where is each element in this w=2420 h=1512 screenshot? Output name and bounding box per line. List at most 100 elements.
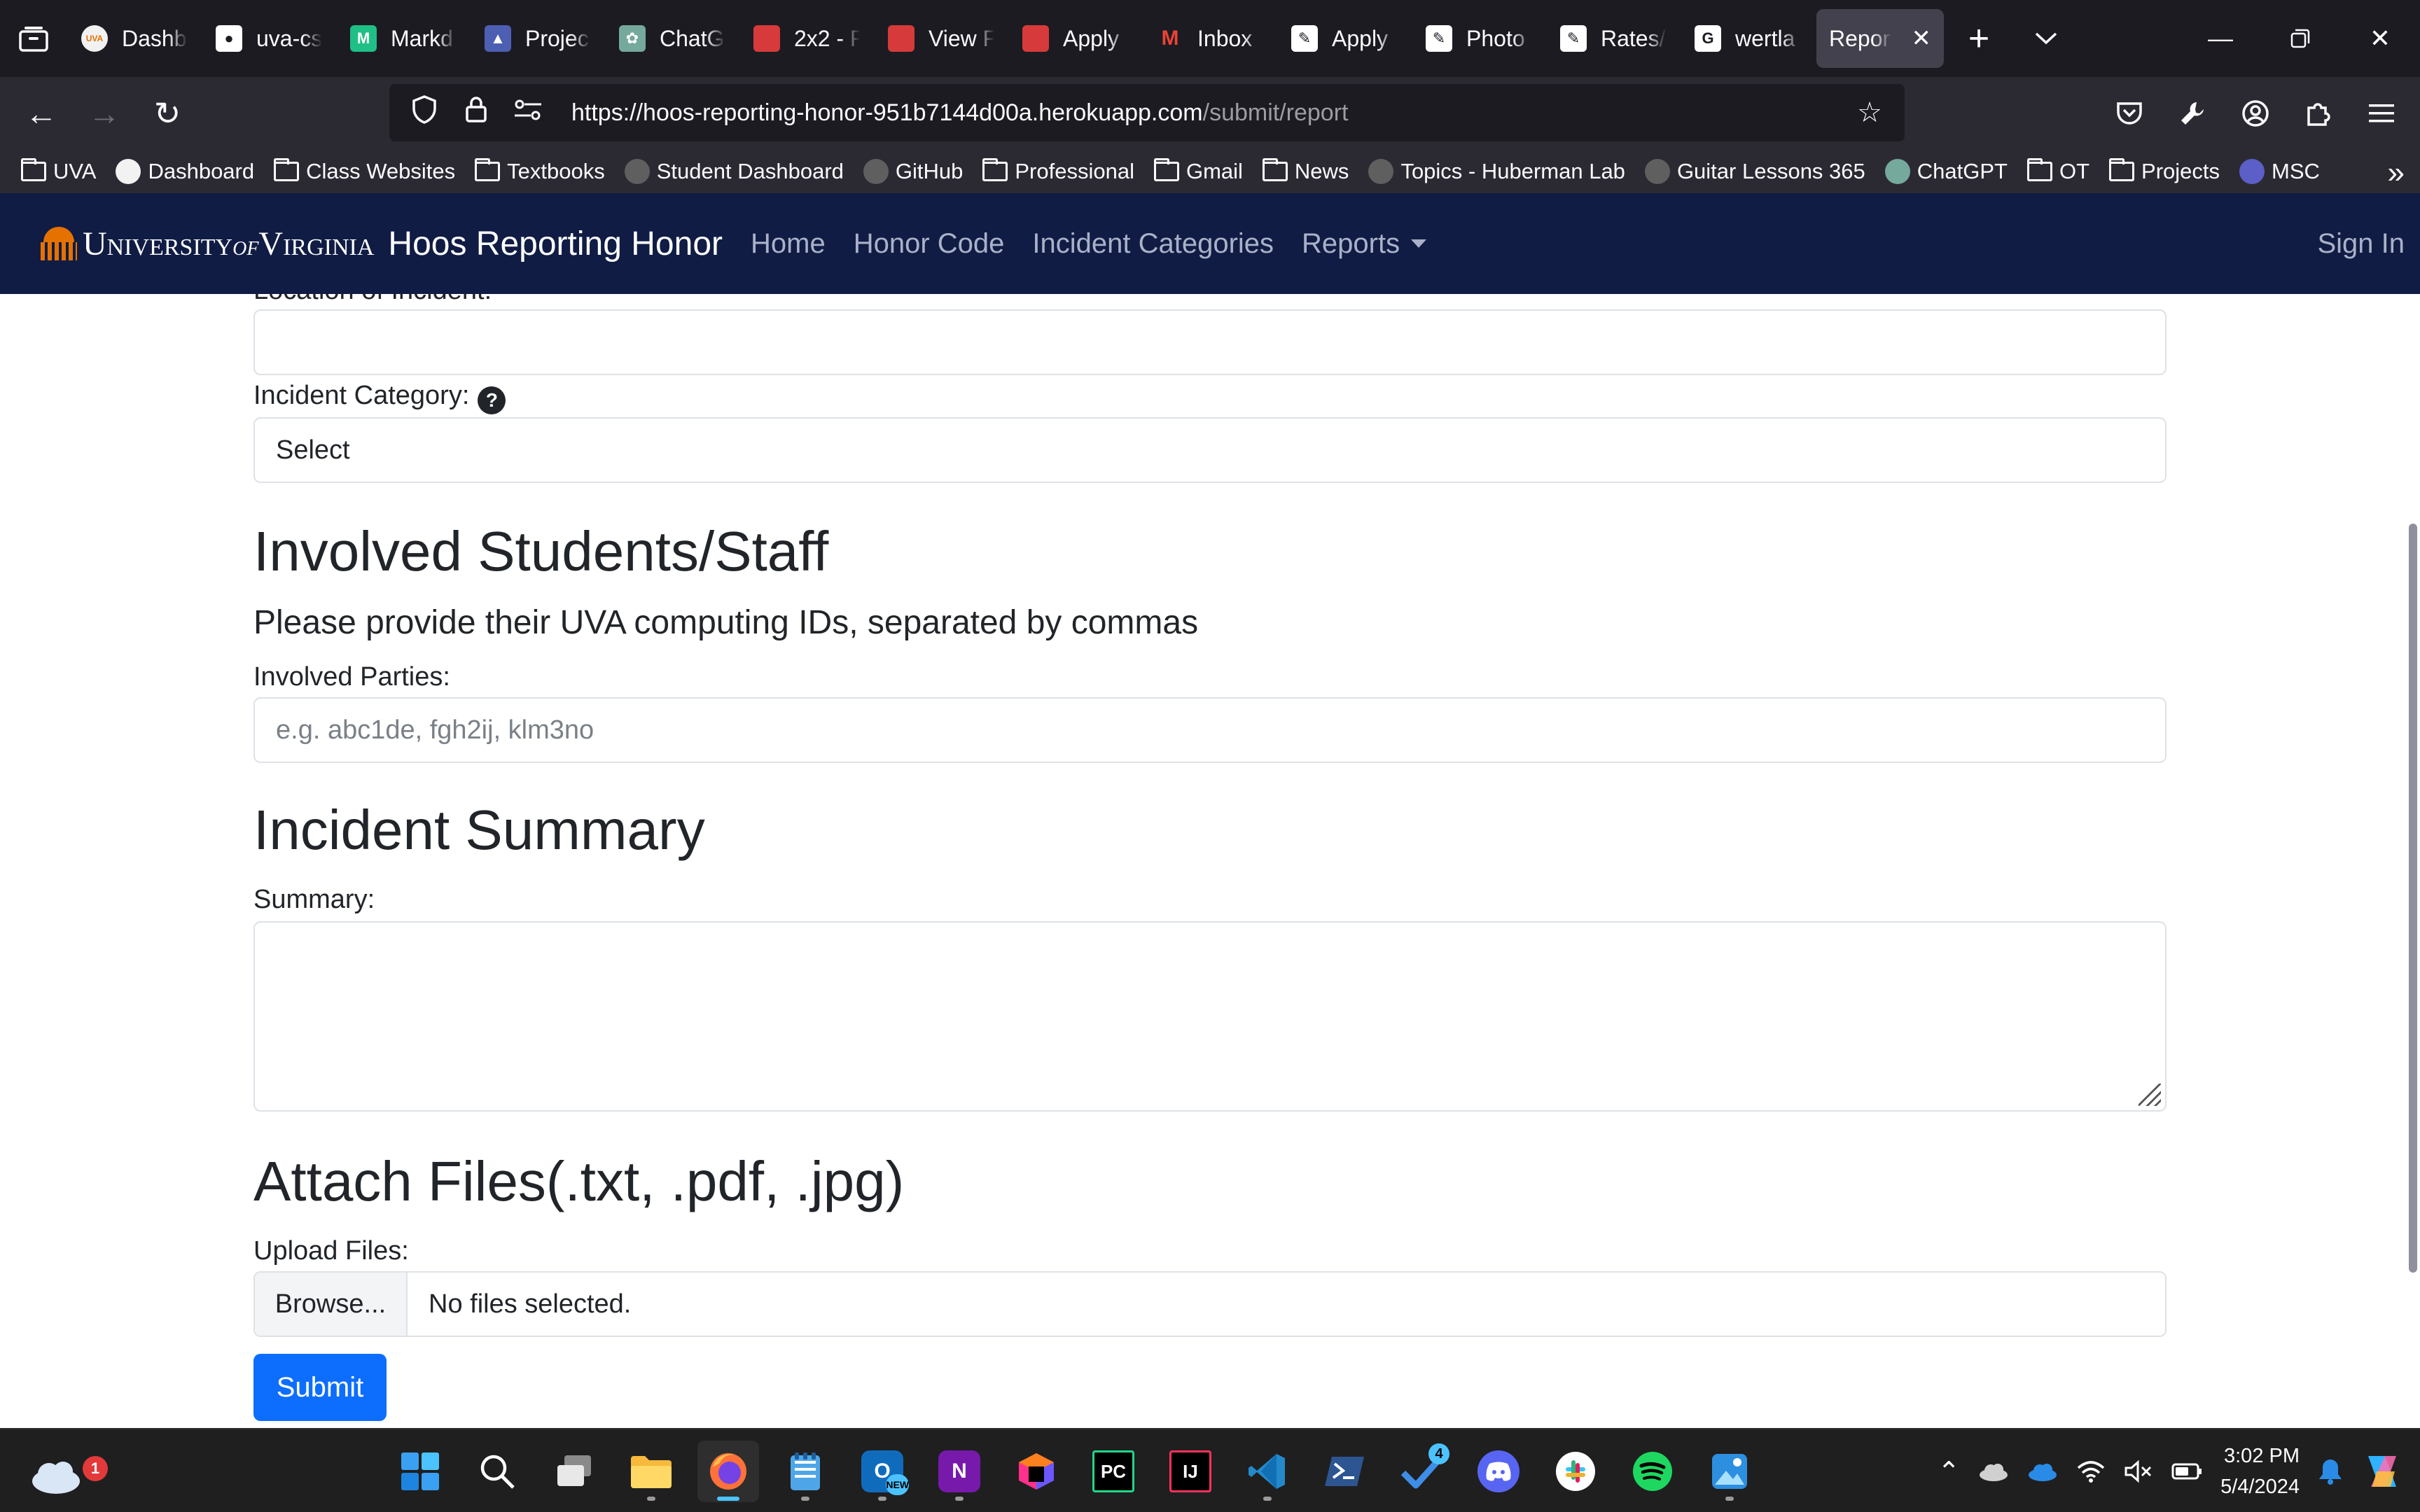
tab-list-button[interactable] xyxy=(0,0,67,77)
notepad-app[interactable] xyxy=(774,1441,836,1502)
start-button[interactable] xyxy=(389,1441,451,1502)
pycharm-icon: PC xyxy=(1092,1450,1134,1492)
location-input[interactable] xyxy=(253,309,2167,375)
category-select[interactable]: Select xyxy=(253,417,2167,483)
forward-button[interactable]: → xyxy=(73,82,136,145)
pycharm-app[interactable]: PC xyxy=(1083,1441,1144,1502)
todo-app[interactable]: 4 xyxy=(1391,1441,1452,1502)
battery-icon[interactable] xyxy=(2171,1462,2202,1480)
intellij-app[interactable]: IJ xyxy=(1160,1441,1221,1502)
menu-button[interactable] xyxy=(2350,82,2413,145)
vscode-app[interactable] xyxy=(1237,1441,1298,1502)
scrollbar-thumb[interactable] xyxy=(2409,524,2417,1273)
reload-button[interactable]: ↻ xyxy=(136,82,199,145)
onedrive-icon[interactable] xyxy=(2027,1461,2058,1482)
tab-1[interactable]: ● uva-cs xyxy=(203,9,335,68)
wifi-icon[interactable] xyxy=(2076,1460,2106,1483)
tab-8[interactable]: M Inbox xyxy=(1144,9,1276,68)
submit-button[interactable]: Submit xyxy=(253,1354,387,1421)
account-button[interactable] xyxy=(2224,82,2287,145)
file-input[interactable]: Browse... No files selected. xyxy=(253,1271,2167,1337)
cloud-icon[interactable] xyxy=(1978,1461,2009,1482)
shield-icon[interactable] xyxy=(409,94,440,131)
bookmark-dashboard[interactable]: Dashboard xyxy=(116,159,254,184)
jetbrains-toolbox-app[interactable] xyxy=(1006,1441,1067,1502)
lock-icon[interactable] xyxy=(461,94,492,131)
bookmark-chatgpt[interactable]: ChatGPT xyxy=(1884,159,2008,184)
site-brand[interactable]: Hoos Reporting Honor xyxy=(388,225,723,263)
task-view-button[interactable] xyxy=(543,1441,605,1502)
bookmark-textbooks[interactable]: Textbooks xyxy=(475,158,605,184)
bookmark-github[interactable]: GitHub xyxy=(863,159,963,184)
firefox-app[interactable] xyxy=(697,1441,759,1502)
slack-app[interactable] xyxy=(1545,1441,1606,1502)
bookmark-professional[interactable]: Professional xyxy=(982,158,1134,184)
pocket-button[interactable] xyxy=(2098,82,2161,145)
back-button[interactable]: ← xyxy=(10,82,73,145)
bookmark-guitar-lessons-365[interactable]: Guitar Lessons 365 xyxy=(1644,159,1865,184)
weather-widget[interactable]: 1 xyxy=(28,1445,108,1498)
bookmark-projects[interactable]: Projects xyxy=(2109,158,2220,184)
sign-in-link[interactable]: Sign In xyxy=(2317,228,2405,260)
bookmark-star-icon[interactable]: ☆ xyxy=(1854,97,1885,129)
nav-honor-code[interactable]: Honor Code xyxy=(854,228,1005,260)
extensions-button[interactable] xyxy=(2287,82,2350,145)
powershell-app[interactable] xyxy=(1314,1441,1375,1502)
nav-reports-dropdown[interactable]: Reports xyxy=(1302,228,1427,260)
tab-5[interactable]: 2x2 - F xyxy=(741,9,872,68)
restore-button[interactable] xyxy=(2260,0,2340,77)
resize-grip-icon[interactable] xyxy=(2139,1084,2161,1106)
bookmark-topics-huberman-lab[interactable]: Topics - Huberman Lab xyxy=(1368,159,1625,184)
onenote-app[interactable]: N xyxy=(929,1441,990,1502)
minimize-button[interactable]: — xyxy=(2181,0,2260,77)
tab-6[interactable]: View F xyxy=(875,9,1007,68)
bookmark-news[interactable]: News xyxy=(1262,158,1349,184)
photos-app[interactable] xyxy=(1699,1441,1760,1502)
discord-app[interactable] xyxy=(1468,1441,1529,1502)
spotify-app[interactable] xyxy=(1622,1441,1683,1502)
bookmark-student-dashboard[interactable]: Student Dashboard xyxy=(624,159,844,184)
tab-4[interactable]: ✿ ChatG xyxy=(606,9,738,68)
tab-9[interactable]: ✎ Apply xyxy=(1279,9,1410,68)
summary-textarea[interactable] xyxy=(253,921,2167,1112)
uva-logo[interactable]: UniversityofVirginia xyxy=(41,225,374,263)
speaker-muted-icon[interactable] xyxy=(2124,1460,2153,1483)
search-button[interactable] xyxy=(466,1441,528,1502)
bookmark-gmail[interactable]: Gmail xyxy=(1153,158,1243,184)
page-scrollbar[interactable] xyxy=(2405,294,2420,1428)
url-text[interactable]: https://hoos-reporting-honor-951b7144d00… xyxy=(571,99,1833,127)
url-bar[interactable]: https://hoos-reporting-honor-951b7144d00… xyxy=(389,84,1905,141)
browse-button[interactable]: Browse... xyxy=(255,1273,408,1336)
chevron-up-icon[interactable]: ⌃ xyxy=(1938,1456,1960,1488)
file-explorer-app[interactable] xyxy=(620,1441,682,1502)
bell-icon[interactable] xyxy=(2318,1457,2343,1485)
tab-11[interactable]: ✎ Rates/ xyxy=(1548,9,1679,68)
question-circle-icon[interactable]: ? xyxy=(478,386,506,414)
folder-icon xyxy=(982,158,1008,181)
tab-12[interactable]: Gwertla xyxy=(1682,9,1814,68)
outlook-app[interactable]: O NEW xyxy=(851,1441,913,1502)
parties-input[interactable]: e.g. abc1de, fgh2ij, klm3no xyxy=(253,697,2167,763)
tab-7[interactable]: Apply xyxy=(1010,9,1141,68)
permissions-icon[interactable] xyxy=(513,97,543,129)
bookmarks-overflow-button[interactable]: » xyxy=(2388,155,2405,190)
tab-0[interactable]: UVA Dashb xyxy=(69,9,200,68)
close-window-button[interactable]: ✕ xyxy=(2340,0,2420,77)
new-tab-button[interactable]: + xyxy=(1945,9,2012,68)
bookmark-msc[interactable]: MSC xyxy=(2239,159,2320,184)
close-tab-icon[interactable]: ✕ xyxy=(1912,24,1932,52)
system-clock[interactable]: 3:02 PM 5/4/2024 xyxy=(2220,1441,2300,1502)
tab-10[interactable]: ✎ Photo xyxy=(1413,9,1545,68)
tools-button[interactable] xyxy=(2161,82,2224,145)
copilot-icon[interactable] xyxy=(2361,1450,2403,1492)
bookmark-uva[interactable]: UVA xyxy=(21,158,96,184)
bookmark-class-websites[interactable]: Class Websites xyxy=(274,158,455,184)
tab-3[interactable]: ▲ Projec xyxy=(472,9,604,68)
list-all-tabs-button[interactable] xyxy=(2012,9,2080,68)
tab-active-report[interactable]: Report ✕ xyxy=(1816,9,1944,68)
tab-2[interactable]: M Markd xyxy=(338,9,469,68)
bookmark-ot[interactable]: OT xyxy=(2026,158,2089,184)
nav-incident-categories[interactable]: Incident Categories xyxy=(1032,228,1274,260)
nav-home[interactable]: Home xyxy=(751,228,826,260)
spotify-icon xyxy=(1633,1452,1672,1491)
